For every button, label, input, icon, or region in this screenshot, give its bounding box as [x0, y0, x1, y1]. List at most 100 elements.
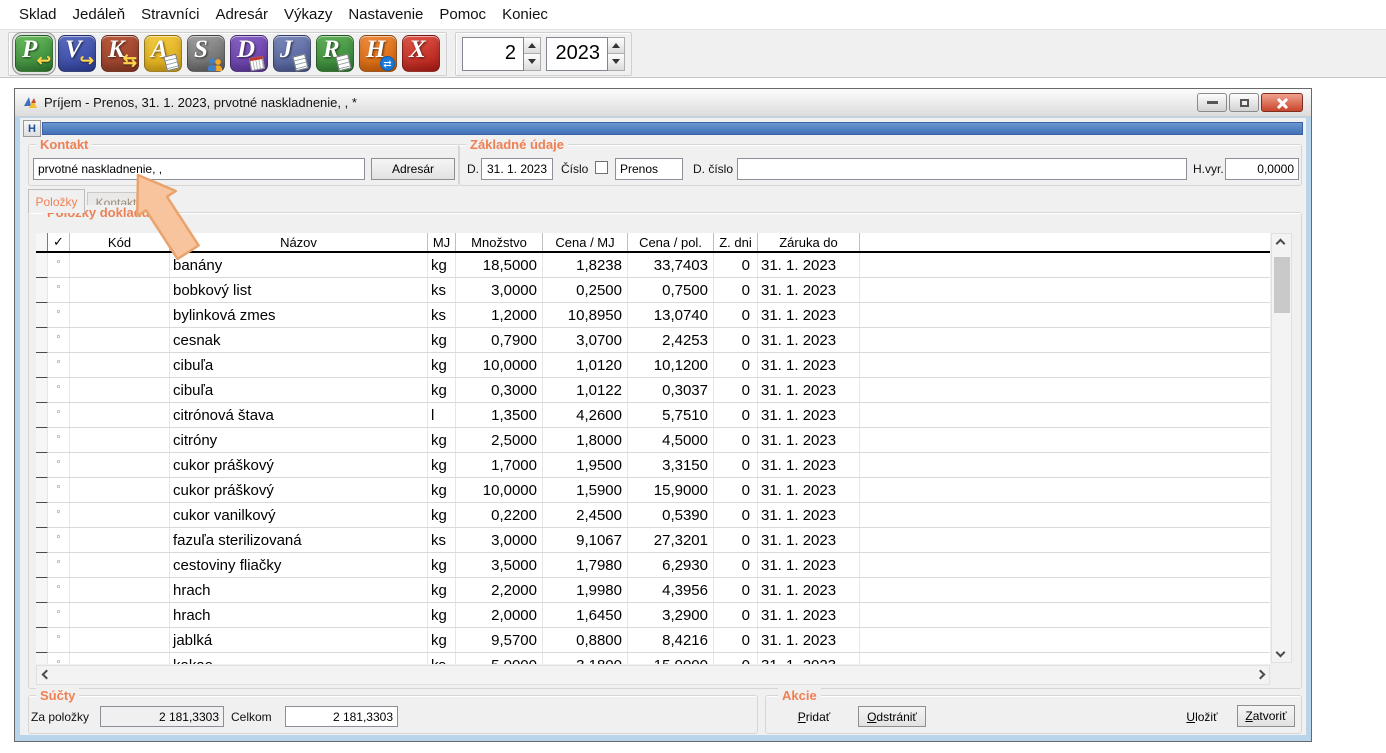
toolbar-stravnici-button[interactable]: S	[187, 35, 225, 72]
table-cell[interactable]: l	[428, 403, 456, 427]
table-row[interactable]: °cestoviny fliačkykg3,50001,79806,293003…	[36, 553, 1270, 578]
table-cell[interactable]	[70, 478, 170, 502]
table-row[interactable]: °banánykg18,50001,823833,7403031. 1. 202…	[36, 253, 1270, 278]
table-cell[interactable]: 3,1800	[543, 653, 628, 664]
toolbar-adresar-button[interactable]: A	[144, 35, 182, 72]
table-cell[interactable]	[70, 328, 170, 352]
table-cell[interactable]: 31. 1. 2023	[758, 528, 860, 552]
table-cell[interactable]: °	[48, 503, 70, 527]
table-cell[interactable]: 0	[714, 528, 758, 552]
column-header[interactable]: Záruka do	[758, 233, 860, 251]
column-header[interactable]: Cena / pol.	[628, 233, 714, 251]
table-row[interactable]: °cibuľakg10,00001,012010,1200031. 1. 202…	[36, 353, 1270, 378]
table-cell[interactable]: ks	[428, 528, 456, 552]
table-cell[interactable]: 2,2000	[456, 578, 543, 602]
odstranit-button[interactable]: Odstrániť	[858, 706, 926, 727]
table-cell[interactable]: 1,9500	[543, 453, 628, 477]
table-cell[interactable]: °	[48, 428, 70, 452]
table-cell[interactable]: kg	[428, 578, 456, 602]
row-selector[interactable]	[36, 353, 48, 378]
table-cell[interactable]: 31. 1. 2023	[758, 303, 860, 327]
table-cell[interactable]: 2,4253	[628, 328, 714, 352]
table-cell[interactable]: fazuľa sterilizovaná	[170, 528, 428, 552]
table-cell[interactable]: 2,0000	[456, 603, 543, 627]
table-cell[interactable]: 31. 1. 2023	[758, 603, 860, 627]
table-cell[interactable]	[70, 628, 170, 652]
table-cell[interactable]: 31. 1. 2023	[758, 403, 860, 427]
table-cell[interactable]: 0,5390	[628, 503, 714, 527]
toolbar-dochadzka-button[interactable]: D	[230, 35, 268, 72]
table-cell[interactable]	[70, 403, 170, 427]
close-button[interactable]	[1261, 93, 1303, 112]
year-value[interactable]: 2023	[546, 37, 608, 71]
table-cell[interactable]: 0	[714, 453, 758, 477]
table-cell[interactable]: citrónová štava	[170, 403, 428, 427]
table-row[interactable]: °cukor práškovýkg1,70001,95003,3150031. …	[36, 453, 1270, 478]
table-cell[interactable]: 31. 1. 2023	[758, 278, 860, 302]
table-cell[interactable]: 0	[714, 653, 758, 664]
table-cell[interactable]: kg	[428, 428, 456, 452]
table-cell[interactable]: kg	[428, 553, 456, 577]
table-cell[interactable]: °	[48, 453, 70, 477]
menu-item-koniec[interactable]: Koniec	[494, 6, 556, 23]
zatvorit-button[interactable]: Zatvoriť	[1237, 705, 1295, 727]
hvyr-input[interactable]: 0,0000	[1225, 158, 1299, 180]
table-cell[interactable]: bylinková zmes	[170, 303, 428, 327]
table-cell[interactable]: 31. 1. 2023	[758, 453, 860, 477]
table-cell[interactable]: °	[48, 603, 70, 627]
table-cell[interactable]	[70, 253, 170, 277]
table-cell[interactable]: 0,3000	[456, 378, 543, 402]
table-cell[interactable]: 31. 1. 2023	[758, 428, 860, 452]
table-cell[interactable]: 1,6450	[543, 603, 628, 627]
table-cell[interactable]: 0	[714, 628, 758, 652]
row-selector[interactable]	[36, 328, 48, 353]
table-cell[interactable]: 3,0000	[456, 528, 543, 552]
table-cell[interactable]: 4,3956	[628, 578, 714, 602]
vertical-scrollbar-thumb[interactable]	[1274, 257, 1290, 313]
maximize-button[interactable]	[1229, 93, 1259, 112]
table-cell[interactable]: 3,2900	[628, 603, 714, 627]
table-cell[interactable]: 9,5700	[456, 628, 543, 652]
table-cell[interactable]: 8,4216	[628, 628, 714, 652]
table-cell[interactable]	[70, 278, 170, 302]
column-header[interactable]: Cena / MJ	[543, 233, 628, 251]
year-up-button[interactable]	[608, 38, 624, 54]
minimize-button[interactable]	[1197, 93, 1227, 112]
menu-item-sklad[interactable]: Sklad	[11, 6, 65, 23]
table-cell[interactable]: kakao	[170, 653, 428, 664]
table-cell[interactable]: 3,0700	[543, 328, 628, 352]
row-selector[interactable]	[36, 428, 48, 453]
month-spinner[interactable]: 2	[462, 37, 541, 71]
table-cell[interactable]: kg	[428, 503, 456, 527]
table-row[interactable]: °cukor vanilkovýkg0,22002,45000,5390031.…	[36, 503, 1270, 528]
row-selector[interactable]	[36, 453, 48, 478]
toolbar-vydaj-button[interactable]: V	[58, 35, 96, 72]
table-cell[interactable]: 1,3500	[456, 403, 543, 427]
table-cell[interactable]: 5,0000	[456, 653, 543, 664]
table-cell[interactable]: 10,1200	[628, 353, 714, 377]
table-cell[interactable]: 0	[714, 553, 758, 577]
table-cell[interactable]: 0,2500	[543, 278, 628, 302]
table-cell[interactable]: 0	[714, 428, 758, 452]
row-selector[interactable]	[36, 553, 48, 578]
table-row[interactable]: °jablkákg9,57000,88008,4216031. 1. 2023	[36, 628, 1270, 653]
table-row[interactable]: °cibuľakg0,30001,01220,3037031. 1. 2023	[36, 378, 1270, 403]
table-row[interactable]: °citrónová štaval1,35004,26005,7510031. …	[36, 403, 1270, 428]
row-selector[interactable]	[36, 578, 48, 603]
row-selector[interactable]	[36, 303, 48, 328]
table-cell[interactable]: 4,5000	[628, 428, 714, 452]
table-cell[interactable]: °	[48, 528, 70, 552]
table-cell[interactable]: banány	[170, 253, 428, 277]
table-cell[interactable]: °	[48, 578, 70, 602]
table-row[interactable]: °bylinková zmesks1,200010,895013,0740031…	[36, 303, 1270, 328]
table-cell[interactable]: 10,0000	[456, 353, 543, 377]
table-cell[interactable]: 1,0122	[543, 378, 628, 402]
table-cell[interactable]: 31. 1. 2023	[758, 553, 860, 577]
menu-item-pomoc[interactable]: Pomoc	[431, 6, 494, 23]
h-toolbar-button[interactable]: H	[23, 120, 41, 137]
month-up-button[interactable]	[524, 38, 540, 54]
table-cell[interactable]	[70, 603, 170, 627]
vertical-scrollbar[interactable]	[1271, 233, 1292, 663]
table-cell[interactable]: °	[48, 478, 70, 502]
table-cell[interactable]: 0	[714, 478, 758, 502]
